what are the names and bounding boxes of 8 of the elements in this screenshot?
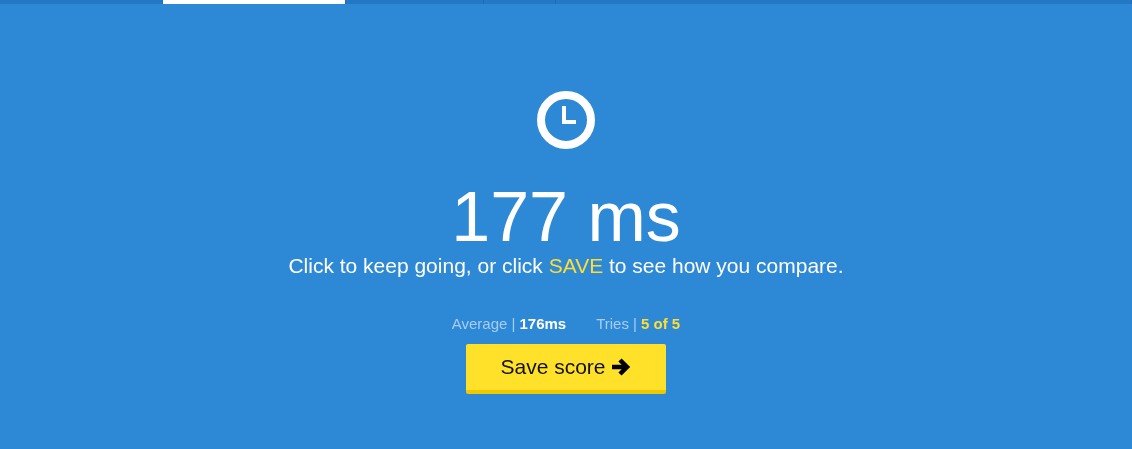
stat-label: Tries |	[596, 315, 637, 332]
stat-value: 176ms	[519, 315, 567, 332]
stat-value: 5 of 5	[641, 315, 681, 332]
arrow-right-icon	[609, 357, 632, 377]
stat-label: Average |	[451, 315, 516, 332]
clock-icon	[535, 89, 597, 151]
tab[interactable]	[163, 0, 346, 4]
save-score-button[interactable]: Save score	[466, 344, 666, 394]
